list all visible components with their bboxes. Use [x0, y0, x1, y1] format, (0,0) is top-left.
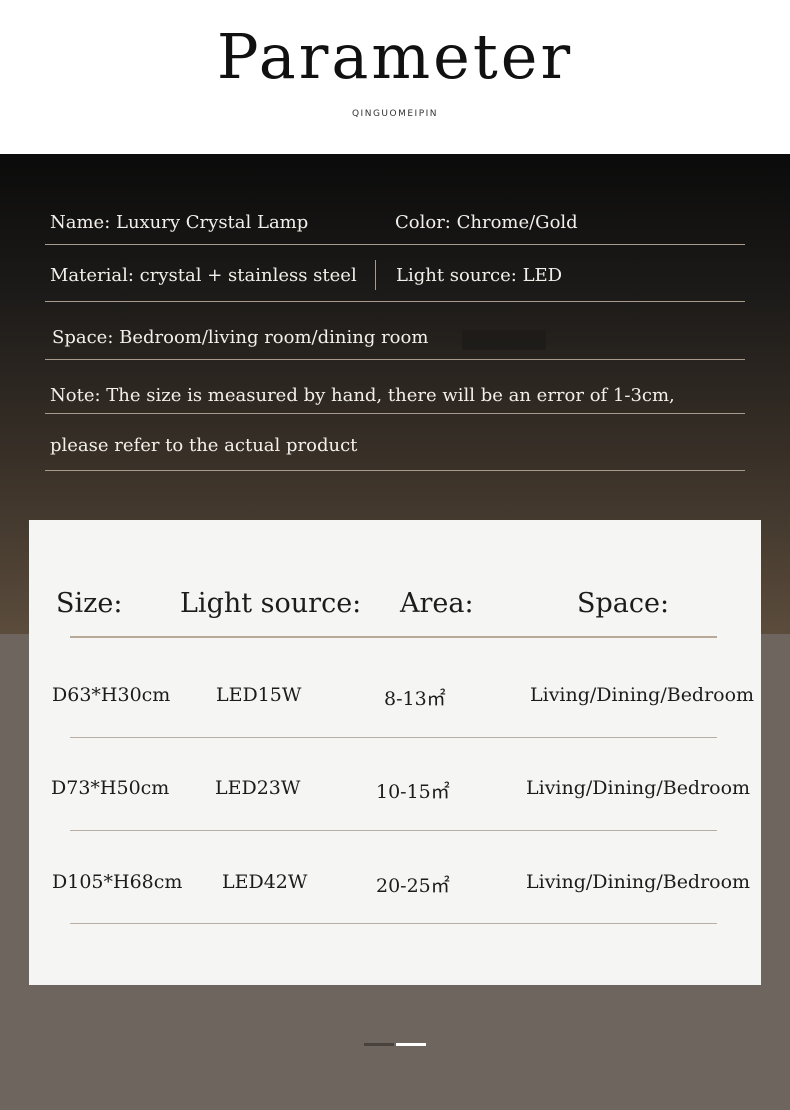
table-cell-space: Living/Dining/Bedroom: [526, 777, 751, 799]
divider: [45, 413, 745, 414]
pager-dot-inactive[interactable]: [364, 1043, 394, 1046]
table-cell-size: D73*H50cm: [51, 777, 170, 799]
table-cell-space: Living/Dining/Bedroom: [530, 684, 755, 706]
column-header-light-source: Light source:: [180, 588, 362, 619]
table-cell-light-source: LED23W: [215, 777, 301, 799]
spec-light-source: Light source: LED: [396, 265, 563, 286]
column-header-area: Area:: [400, 588, 474, 619]
header: Parameter QINGUOMEIPIN: [0, 0, 790, 154]
spec-color: Color: Chrome/Gold: [395, 212, 578, 233]
table-cell-size: D63*H30cm: [52, 684, 171, 706]
divider: [45, 359, 745, 360]
divider: [45, 301, 745, 302]
spec-material: Material: crystal + stainless steel: [50, 265, 357, 286]
spec-note-continued: please refer to the actual product: [50, 435, 358, 456]
table-cell-light-source: LED15W: [216, 684, 302, 706]
table-cell-light-source: LED42W: [222, 871, 308, 893]
decorative-smudge: [462, 330, 546, 350]
header-divider: [70, 636, 717, 638]
table-cell-area: 10-15㎡: [376, 781, 450, 803]
spec-note: Note: The size is measured by hand, ther…: [50, 385, 675, 406]
row-divider: [70, 830, 717, 831]
brand-subtitle: QINGUOMEIPIN: [351, 109, 439, 119]
spec-name: Name: Luxury Crystal Lamp: [50, 212, 309, 233]
spec-space: Space: Bedroom/living room/dining room: [52, 327, 429, 348]
divider: [45, 470, 745, 471]
divider: [45, 244, 745, 245]
row-divider: [70, 737, 717, 738]
page-title: Parameter: [216, 20, 574, 93]
row-divider: [70, 923, 717, 924]
table-cell-size: D105*H68cm: [52, 871, 183, 893]
table-cell-space: Living/Dining/Bedroom: [526, 871, 751, 893]
pager-dot-active[interactable]: [396, 1043, 426, 1046]
vertical-divider: [375, 260, 376, 290]
table-cell-area: 20-25㎡: [376, 875, 450, 897]
column-header-space: Space:: [577, 588, 670, 619]
table-cell-area: 8-13㎡: [384, 688, 446, 710]
column-header-size: Size:: [56, 588, 123, 619]
